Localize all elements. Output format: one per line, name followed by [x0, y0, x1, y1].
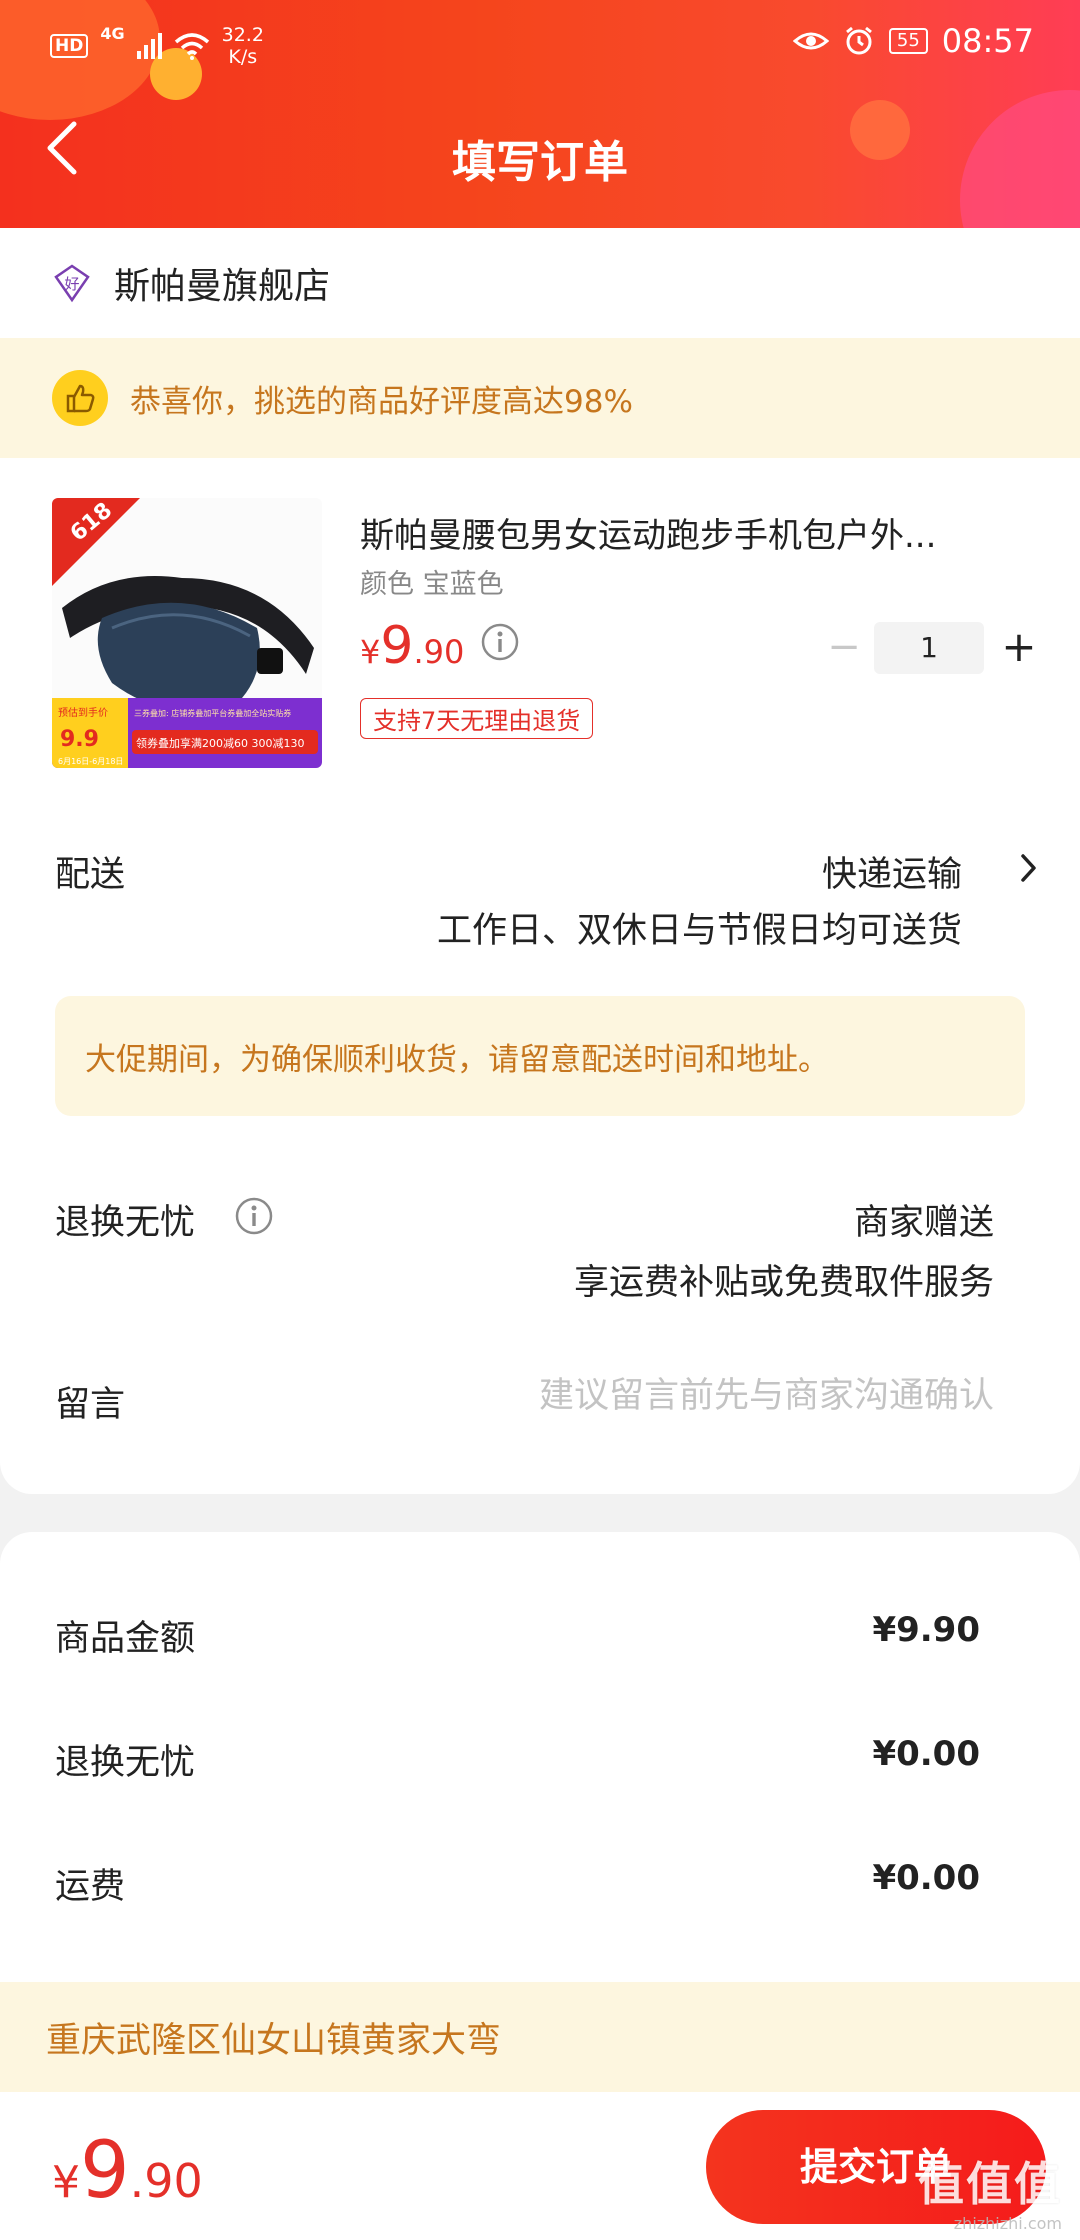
total-integer: 9 [80, 2126, 130, 2216]
summary-value: ¥0.00 [872, 1734, 980, 1774]
increase-button[interactable]: + [984, 622, 1054, 674]
product-spec: 颜色 宝蓝色 [360, 569, 504, 600]
battery-icon: 55 [888, 28, 928, 54]
svg-text:预估到手价: 预估到手价 [58, 706, 108, 719]
summary-label: 商品金额 [55, 1619, 196, 1659]
status-bar: HD 4G 32.2 K/s 55 08:57 [50, 18, 1034, 68]
shop-name[interactable]: 斯帕曼旗舰店 [114, 257, 330, 309]
summary-label: 运费 [55, 1867, 126, 1907]
price-info-icon[interactable] [480, 622, 520, 662]
order-total: ¥ 9 .90 [52, 2126, 203, 2216]
quantity-value[interactable]: 1 [874, 622, 984, 674]
message-input[interactable] [434, 1376, 994, 1416]
watermark-logo: 值值值 [918, 2157, 1062, 2211]
returns-label: 退换无忧 [55, 1203, 196, 1243]
svg-text:三券叠加: 店铺券叠加平台券叠加全站实贴券: 三券叠加: 店铺券叠加平台券叠加全站实贴券 [134, 708, 291, 718]
hd-indicator: HD [50, 34, 89, 58]
network-speed: 32.2 K/s [222, 24, 264, 68]
watermark: 值值值 zhizhizhi.com [918, 2148, 1062, 2233]
delivery-method[interactable]: 快递运输 [822, 846, 962, 897]
svg-text:9.9: 9.9 [60, 727, 99, 752]
delivery-address[interactable]: 重庆武隆区仙女山镇黄家大弯 [0, 1982, 1080, 2092]
decrease-button[interactable]: − [814, 622, 874, 674]
speed-value: 32.2 [221, 24, 264, 46]
message-label: 留言 [55, 1385, 126, 1425]
svg-text:领券叠加享满200减60 300减130: 领券叠加享满200减60 300减130 [136, 736, 304, 750]
eye-icon [792, 32, 829, 50]
returns-info-icon[interactable] [234, 1196, 274, 1236]
network-type: 4G [100, 24, 125, 43]
shop-badge-icon: 好 [54, 264, 90, 303]
wifi-icon [174, 33, 209, 60]
summary-row: 退换无忧 ¥0.00 [55, 1734, 980, 1785]
speed-unit: K/s [228, 46, 258, 68]
product-title[interactable]: 斯帕曼腰包男女运动跑步手机包户外... [360, 508, 1030, 557]
chevron-right-icon[interactable] [1018, 848, 1040, 888]
svg-text:6月16日-6月18日: 6月16日-6月18日 [58, 757, 123, 766]
praise-banner: 恭喜你，挑选的商品好评度高达98% [0, 338, 1080, 458]
price-summary: 商品金额 ¥9.90 退换无忧 ¥0.00 运费 ¥0.00 [0, 1532, 1080, 1982]
svg-text:好: 好 [64, 275, 79, 293]
returns-description: 享运费补贴或免费取件服务 [573, 1263, 994, 1303]
shop-row[interactable]: 好 斯帕曼旗舰店 [52, 228, 330, 338]
delivery-schedule: 工作日、双休日与节假日均可送货 [436, 911, 962, 951]
promo-notice: 大促期间，为确保顺利收货，请留意配送时间和地址。 [55, 996, 1025, 1116]
quantity-stepper: − 1 + [814, 622, 1054, 674]
praise-text: 恭喜你，挑选的商品好评度高达98% [130, 383, 633, 420]
price-integer: 9 [380, 616, 414, 676]
watermark-url: zhizhizhi.com [953, 2214, 1062, 2233]
page-title: 填写订单 [452, 137, 628, 188]
total-currency: ¥ [52, 2157, 80, 2208]
summary-label: 退换无忧 [55, 1743, 196, 1783]
summary-row: 商品金额 ¥9.90 [55, 1610, 980, 1661]
summary-row: 运费 ¥0.00 [55, 1858, 980, 1909]
header: HD 4G 32.2 K/s 55 08:57 填写订单 [0, 0, 1080, 228]
return-policy-tag: 支持7天无理由退货 [360, 698, 594, 739]
alarm-icon [845, 26, 872, 55]
price-currency: ¥ [360, 633, 381, 671]
price-decimal: .90 [413, 633, 465, 671]
clock-time: 08:57 [941, 22, 1034, 60]
order-card: 好 斯帕曼旗舰店 恭喜你，挑选的商品好评度高达98% 618 预估到手价 9.9… [0, 228, 1080, 1494]
total-decimal: .90 [129, 2154, 203, 2208]
summary-value: ¥9.90 [872, 1610, 980, 1650]
product-price: ¥ 9 .90 [360, 616, 464, 676]
bottom-bar: ¥ 9 .90 提交订单 值值值 zhizhizhi.com [0, 2092, 1080, 2240]
returns-value: 商家赠送 [853, 1203, 994, 1243]
summary-value: ¥0.00 [872, 1858, 980, 1898]
product-image[interactable]: 618 预估到手价 9.9 三券叠加: 店铺券叠加平台券叠加全站实贴券 领券叠加… [52, 498, 322, 768]
product-item: 618 预估到手价 9.9 三券叠加: 店铺券叠加平台券叠加全站实贴券 领券叠加… [52, 498, 1037, 778]
thumbs-up-icon [52, 370, 108, 426]
signal-icon [136, 33, 162, 59]
delivery-label: 配送 [55, 855, 126, 895]
